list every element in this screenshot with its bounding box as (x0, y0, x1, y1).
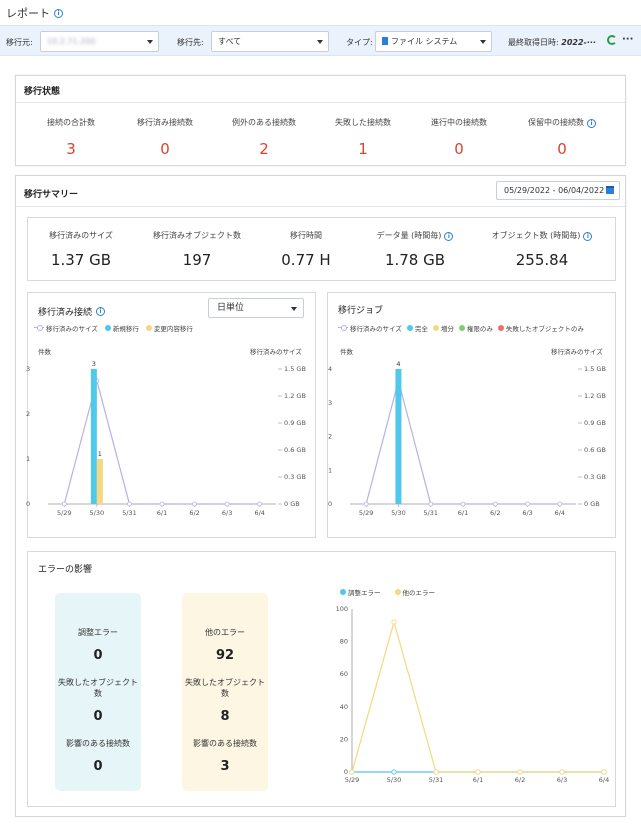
error-series-point[interactable] (433, 769, 439, 775)
y-tick-label: 100 (336, 605, 348, 613)
error-series-point[interactable] (475, 769, 481, 775)
error-series-point[interactable] (517, 769, 523, 775)
error-impact-chart: 0 20 40 60 80 100 5/29 5/30 5/31 6/1 6/2 6/3 6/4 (336, 605, 610, 784)
y-tick-label: 0 (344, 768, 348, 776)
x-tick-label: 6/4 (599, 776, 609, 784)
x-tick-label: 5/30 (387, 776, 402, 784)
error-series-point[interactable] (559, 769, 565, 775)
x-tick-label: 5/29 (345, 776, 360, 784)
error-series-point[interactable] (349, 769, 355, 775)
error-series-line (351, 619, 604, 773)
y-tick-label: 40 (340, 703, 348, 711)
x-tick-label: 5/31 (429, 776, 444, 784)
y-tick-label: 20 (340, 735, 348, 743)
x-tick-label: 6/3 (557, 776, 567, 784)
error-series-point[interactable] (391, 769, 397, 775)
x-tick-label: 6/1 (473, 776, 483, 784)
x-tick-label: 6/2 (515, 776, 525, 784)
error-series-point[interactable] (391, 619, 397, 625)
error-series-point[interactable] (601, 769, 607, 775)
y-tick-label: 80 (340, 638, 348, 646)
y-tick-label: 60 (340, 670, 348, 678)
